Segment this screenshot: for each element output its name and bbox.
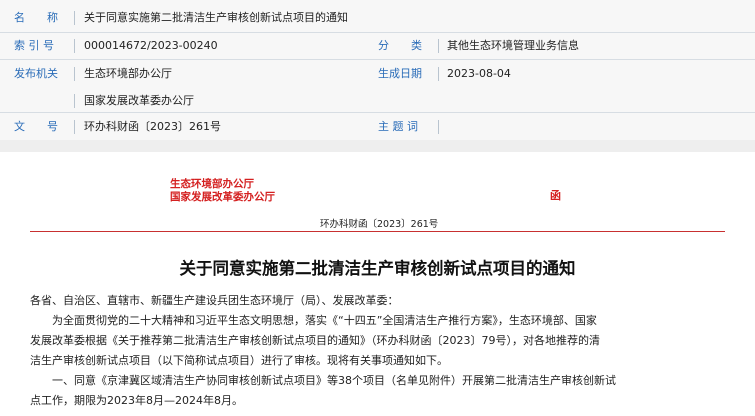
- meta-issuer-value-1: 生态环境部办公厅: [84, 67, 172, 80]
- meta-separator: [438, 120, 439, 134]
- paragraph-1-line-2: 发展改革委根据《关于推荐第二批清洁生产审核创新试点项目的通知》（环办科财函〔20…: [30, 334, 600, 347]
- meta-docno-value: 环办科财函〔2023〕261号: [84, 120, 221, 133]
- issuer-line-1: 生态环境部办公厅: [170, 178, 254, 190]
- meta-date-label: 生成日期: [378, 67, 422, 80]
- document-body: 生态环境部办公厅 国家发展改革委办公厅 函 环办科财函〔2023〕261号 关于…: [0, 152, 755, 416]
- meta-subject-label: 主 题 词: [378, 120, 418, 133]
- meta-date-value: 2023-08-04: [447, 67, 511, 80]
- meta-divider: [0, 32, 755, 33]
- meta-docno-label: 文 号: [14, 120, 58, 133]
- meta-separator: [74, 67, 75, 81]
- meta-category-value: 其他生态环境管理业务信息: [447, 39, 579, 52]
- meta-separator: [74, 120, 75, 134]
- issuer-line-2: 国家发展改革委办公厅: [170, 191, 275, 203]
- meta-divider: [0, 112, 755, 113]
- paragraph-2-line-2: 点工作，期限为2023年8月—2024年8月。: [30, 394, 243, 407]
- salutation: 各省、自治区、直辖市、新疆生产建设兵团生态环境厅（局）、发展改革委：: [30, 294, 399, 307]
- header-document-number: 环办科财函〔2023〕261号: [320, 219, 439, 230]
- meta-issuer-label: 发布机关: [14, 67, 58, 80]
- meta-issuer-value-2: 国家发展改革委办公厅: [84, 94, 194, 107]
- meta-name-label: 名 称: [14, 11, 58, 24]
- meta-name-value: 关于同意实施第二批清洁生产审核创新试点项目的通知: [84, 11, 348, 24]
- section-gap: [0, 140, 755, 152]
- meta-separator: [74, 11, 75, 25]
- document-title: 关于同意实施第二批清洁生产审核创新试点项目的通知: [179, 259, 576, 278]
- meta-separator: [438, 67, 439, 81]
- paragraph-2-line-1: 一、同意《京津冀区域清洁生产协同审核创新试点项目》等38个项目（名单见附件）开展…: [30, 374, 616, 387]
- meta-separator: [74, 39, 75, 53]
- meta-separator: [74, 94, 75, 108]
- meta-divider: [0, 59, 755, 60]
- paragraph-1-line-1: 为全面贯彻党的二十大精神和习近平生态文明思想，落实《“十四五”全国清洁生产推行方…: [30, 314, 597, 327]
- paragraph-1-line-3: 洁生产审核创新试点项目（以下简称试点项目）进行了审核。现将有关事项通知如下。: [30, 354, 448, 367]
- meta-category-label: 分 类: [378, 39, 422, 52]
- meta-index-label: 索 引 号: [14, 39, 54, 52]
- letter-type-mark: 函: [550, 189, 561, 202]
- meta-separator: [438, 39, 439, 53]
- meta-index-value: 000014672/2023-00240: [84, 39, 218, 52]
- document-metadata-panel: 名 称 关于同意实施第二批清洁生产审核创新试点项目的通知 索 引 号 00001…: [0, 0, 755, 140]
- red-divider: [30, 231, 725, 232]
